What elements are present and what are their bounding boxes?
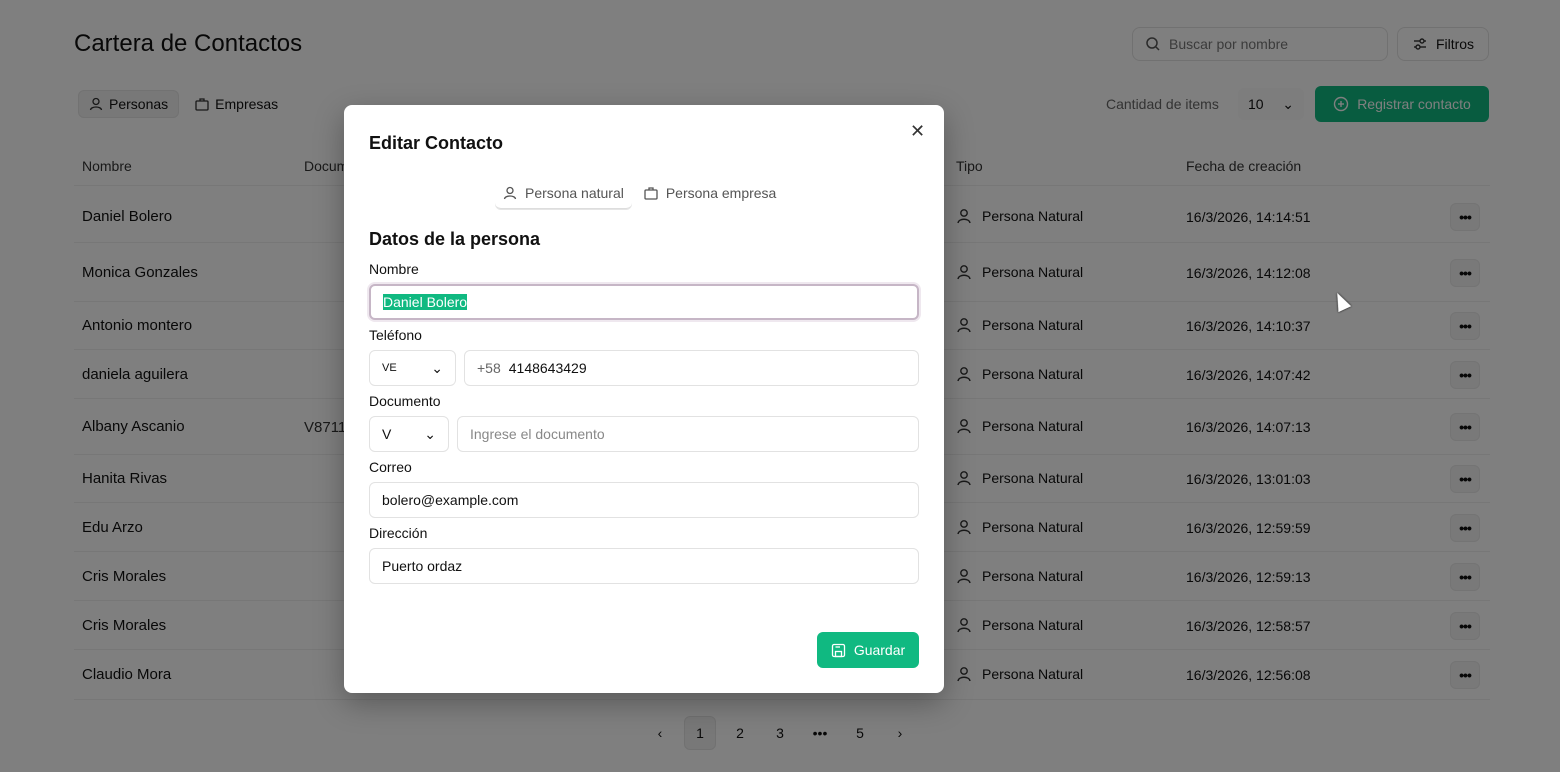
phone-value: 4148643429 bbox=[508, 360, 587, 376]
direccion-label: Dirección bbox=[369, 525, 428, 541]
person-type-tabs: Persona natural Persona empresa bbox=[495, 177, 784, 209]
tab-persona-empresa-label: Persona empresa bbox=[665, 185, 777, 201]
chevron-down-icon: ⌄ bbox=[424, 425, 436, 442]
edit-contact-modal: Editar Contacto ✕ Persona natural Person… bbox=[344, 105, 944, 693]
save-label: Guardar bbox=[853, 642, 906, 658]
correo-input[interactable]: bolero@example.com bbox=[369, 482, 919, 518]
user-icon bbox=[503, 186, 517, 199]
tab-persona-natural-label: Persona natural bbox=[525, 184, 624, 201]
nombre-label: Nombre bbox=[369, 261, 419, 277]
documento-placeholder: Ingrese el documento bbox=[470, 426, 605, 442]
tab-persona-natural[interactable]: Persona natural bbox=[495, 177, 632, 209]
telefono-label: Teléfono bbox=[369, 327, 422, 343]
nombre-input[interactable]: Daniel Bolero bbox=[369, 284, 919, 320]
save-button[interactable]: Guardar bbox=[817, 632, 919, 668]
briefcase-icon bbox=[644, 187, 658, 200]
documento-input[interactable]: Ingrese el documento bbox=[457, 416, 919, 452]
section-title: Datos de la persona bbox=[369, 229, 541, 249]
modal-title: Editar Contacto bbox=[369, 133, 504, 153]
direccion-input[interactable]: Puerto ordaz bbox=[369, 548, 919, 584]
correo-label: Correo bbox=[369, 459, 412, 475]
phone-prefix: +58 bbox=[477, 360, 501, 376]
nombre-value: Daniel Bolero bbox=[383, 294, 468, 310]
country-code-value: VE bbox=[382, 362, 397, 374]
direccion-value: Puerto ordaz bbox=[382, 558, 463, 574]
save-icon bbox=[831, 643, 845, 657]
doc-type-value: V bbox=[382, 426, 392, 442]
tab-persona-empresa[interactable]: Persona empresa bbox=[636, 177, 785, 209]
documento-label: Documento bbox=[369, 393, 441, 409]
doc-type-select[interactable]: V ⌄ bbox=[369, 416, 449, 452]
chevron-down-icon: ⌄ bbox=[431, 359, 443, 376]
close-button[interactable]: ✕ bbox=[910, 121, 925, 142]
close-icon: ✕ bbox=[910, 121, 926, 141]
phone-input[interactable]: +58 4148643429 bbox=[464, 350, 919, 386]
country-code-select[interactable]: VE ⌄ bbox=[369, 350, 456, 386]
correo-value: bolero@example.com bbox=[382, 492, 519, 508]
